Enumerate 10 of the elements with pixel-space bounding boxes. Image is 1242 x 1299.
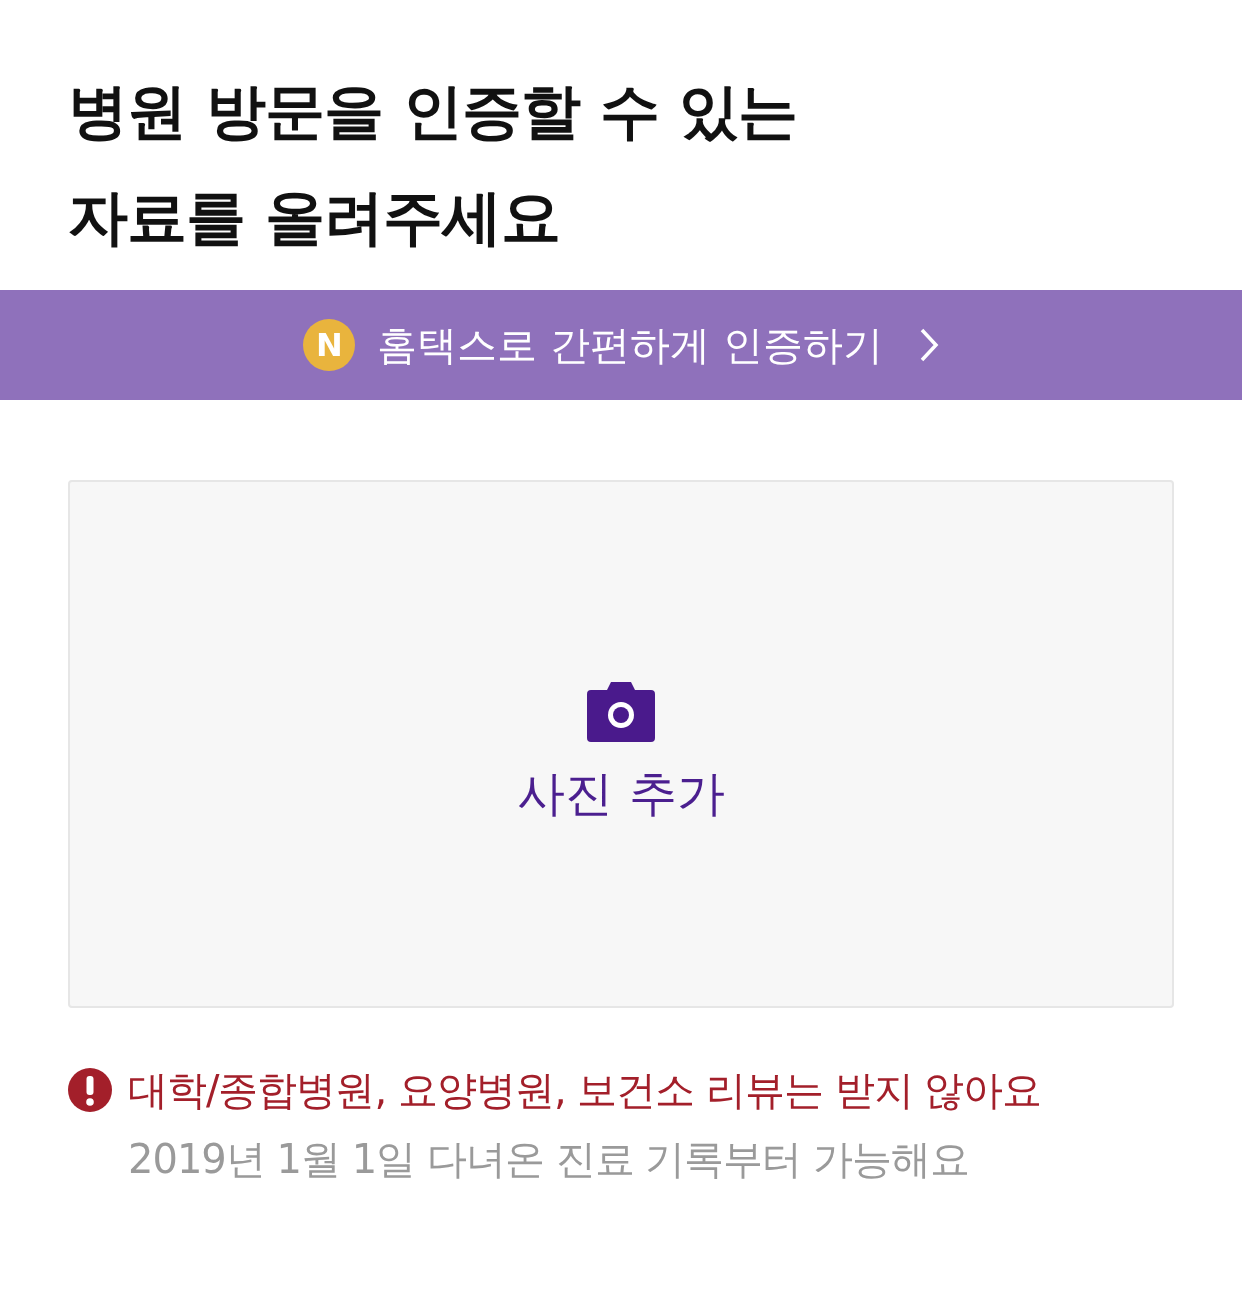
warning-icon	[68, 1068, 112, 1112]
camera-icon	[587, 681, 655, 742]
chevron-right-icon	[918, 327, 939, 363]
hometax-auth-banner[interactable]: N 홈택스로 간편하게 인증하기	[0, 290, 1242, 400]
page-title: 병원 방문을 인증할 수 있는	[68, 75, 798, 148]
notice-text: 2019년 1월 1일 다녀온 진료 기록부터 가능해요	[128, 1135, 970, 1184]
warning-text: 대학/종합병원, 요양병원, 보건소 리뷰는 받지 않아요	[128, 1065, 1042, 1115]
add-photo-button[interactable]: 사진 추가	[68, 480, 1174, 1008]
n-badge: N	[303, 319, 356, 371]
page-title: 자료를 올려주세요	[68, 181, 561, 254]
